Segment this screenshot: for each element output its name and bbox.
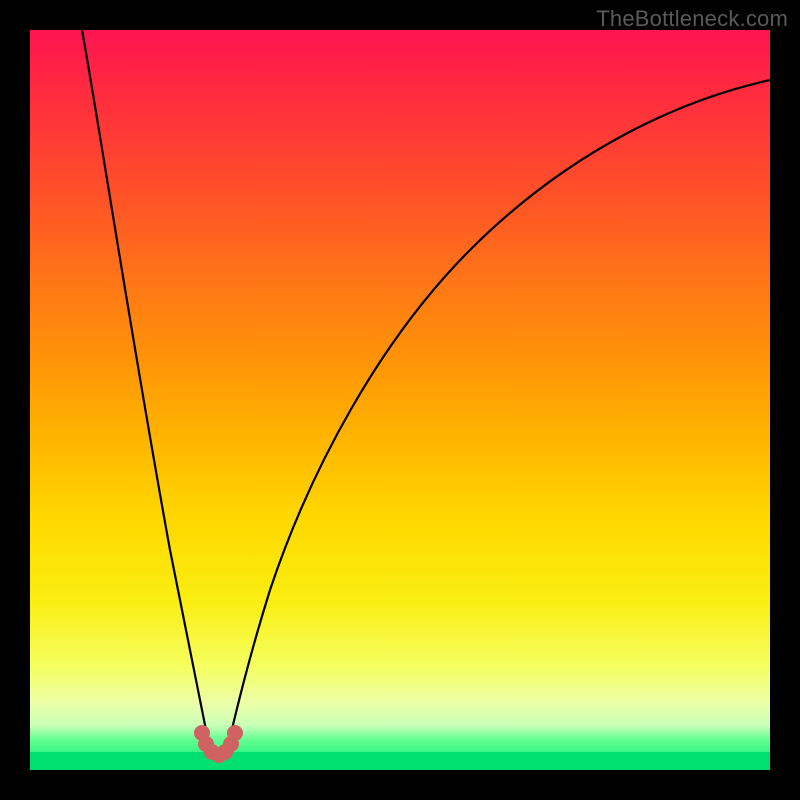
trough-bead [227,725,243,741]
curve-right-branch [226,80,770,754]
watermark-text: TheBottleneck.com [596,6,788,32]
chart-plot-area [30,30,770,770]
curve-left-branch [82,30,211,754]
chart-svg [30,30,770,770]
